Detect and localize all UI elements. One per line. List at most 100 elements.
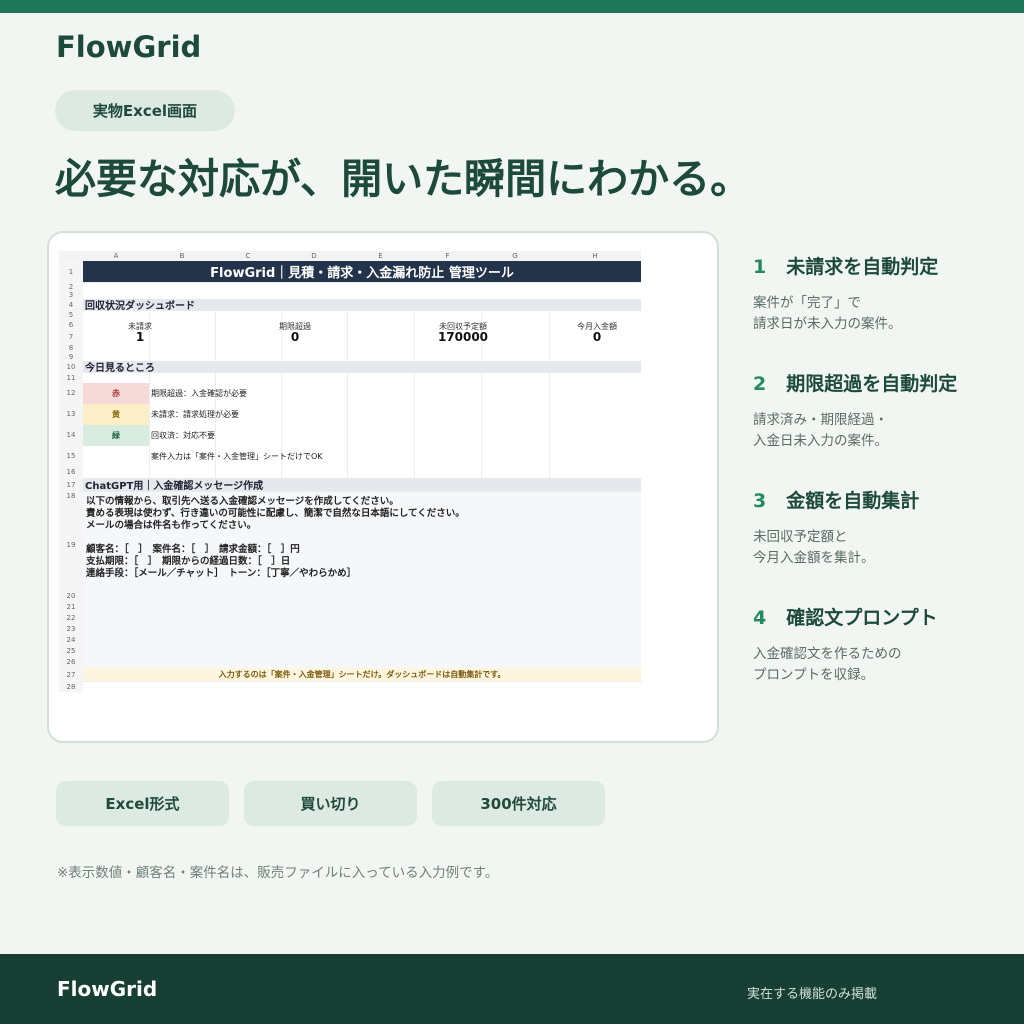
- grid-line: [549, 311, 550, 478]
- row-header: 25: [59, 646, 83, 657]
- brand-logo: FlowGrid: [56, 30, 202, 64]
- row-header: 2: [59, 283, 83, 291]
- prompt-line: 以下の情報から、取引先へ送る入金確認メッセージを作成してください。: [86, 496, 399, 507]
- feature-description-line: 入金確認文を作るための: [753, 646, 902, 662]
- grid-line: [347, 311, 348, 478]
- feature-description: 請求済み・期限経過・ 入金日未入力の案件。: [753, 410, 957, 452]
- feature-title: 4 確認文プロンプト: [753, 603, 938, 630]
- row-header: 21: [59, 602, 83, 613]
- feature-description-line: プロンプトを収録。: [753, 667, 875, 683]
- row-header: 20: [59, 590, 83, 602]
- row-header: 6: [59, 319, 83, 331]
- row-header: 13: [59, 404, 83, 425]
- column-header-g: G: [512, 252, 518, 260]
- sheet-title: FlowGrid｜見積・請求・入金漏れ防止 管理ツール: [83, 261, 641, 283]
- column-header-d: D: [311, 252, 317, 260]
- row-header: 3: [59, 291, 83, 299]
- row-header: 22: [59, 613, 83, 624]
- kpi-value: 1: [135, 330, 145, 344]
- column-header-bar: A B C D E F G H: [59, 251, 641, 261]
- kpi-value: 0: [290, 330, 300, 344]
- sheet-footer-note: 入力するのは「案件・入金管理」シートだけ。ダッシュボードは自動集計です。: [83, 668, 641, 682]
- input-note: 案件入力は「案件・入金管理」シートだけでOK: [151, 452, 323, 461]
- feature-item: 3 金額を自動集計未回収予定額と今月入金額を集計。: [753, 486, 919, 569]
- feature-description-line: 今月入金額を集計。: [753, 550, 875, 566]
- chip-capacity: 300件対応: [432, 781, 605, 826]
- legend-swatch: 黄: [83, 404, 149, 425]
- feature-title-text: 金額を自動集計: [786, 490, 920, 512]
- footer: FlowGrid 実在する機能のみ掲載: [0, 954, 1024, 1024]
- feature-title-text: 期限超過を自動判定: [786, 373, 958, 395]
- feature-description: 未回収予定額と今月入金額を集計。: [753, 527, 919, 569]
- feature-title-text: 未請求を自動判定: [786, 256, 939, 278]
- row-header: 28: [59, 682, 83, 692]
- feature-title: 2 期限超過を自動判定: [753, 369, 957, 396]
- feature-number: 4: [753, 607, 767, 629]
- kpi-value: 170000: [437, 330, 489, 344]
- row-header: 17: [59, 478, 83, 492]
- row-header: 18: [59, 492, 83, 500]
- today-heading: 今日見るところ: [83, 361, 641, 374]
- prompt-line: [86, 532, 641, 544]
- row-header: 14: [59, 425, 83, 446]
- feature-item: 4 確認文プロンプト入金確認文を作るための プロンプトを収録。: [753, 603, 938, 686]
- row-header: 9: [59, 353, 83, 361]
- row-header: 19: [59, 500, 83, 590]
- legend-text: 期限超過：入金確認が必要: [151, 389, 247, 398]
- feature-number: 2: [753, 373, 767, 395]
- screen-tag: 実物Excel画面: [55, 90, 235, 131]
- feature-title: 1 未請求を自動判定: [753, 252, 938, 279]
- feature-description-line: 請求済み・期限経過・: [753, 412, 888, 428]
- feature-title: 3 金額を自動集計: [753, 486, 919, 513]
- kpi-value: 0: [592, 330, 602, 344]
- disclaimer: ※表示数値・顧客名・案件名は、販売ファイルに入っている入力例です。: [57, 865, 499, 881]
- column-header-f: F: [445, 252, 450, 260]
- feature-number: 3: [753, 490, 767, 512]
- prompt-line: 連絡手段：［メール／チャット］ トーン：［丁寧／やわらかめ］: [86, 568, 357, 579]
- row-header: 16: [59, 467, 83, 478]
- row-header: 8: [59, 343, 83, 353]
- feature-description: 入金確認文を作るための プロンプトを収録。: [753, 644, 938, 686]
- row-header: 26: [59, 657, 83, 668]
- row-header: 7: [59, 331, 83, 343]
- column-header-e: E: [378, 252, 383, 260]
- column-header-a: A: [113, 252, 119, 260]
- prompt-line: 責める表現は使わず、行き違いの可能性に配慮し、簡潔で自然な日本語にしてください。: [86, 508, 465, 519]
- row-header: 12: [59, 383, 83, 404]
- row-header: 15: [59, 446, 83, 467]
- spreadsheet: ABCDEFGH 1 2 3 4 5 6 7 8 9 10 11 12 13 14 15 16 17 18 19 20…: [59, 251, 641, 692]
- feature-description-line: 案件が「完了」で: [753, 295, 861, 311]
- feature-description-line: 入金日未入力の案件。: [753, 433, 888, 449]
- prompt-heading: ChatGPT用｜入金確認メッセージ作成: [83, 478, 641, 492]
- grid-line: [414, 311, 415, 478]
- legend-swatch: 赤: [83, 383, 149, 404]
- row-header: 1: [59, 261, 83, 283]
- row-header: 5: [59, 311, 83, 319]
- prompt-line: 顧客名：［ ］ 案件名：［ ］ 請求金額：［ ］円: [86, 544, 300, 555]
- row-header: 11: [59, 373, 83, 383]
- top-accent-bar: [0, 0, 1024, 13]
- prompt-text: 以下の情報から、取引先へ送る入金確認メッセージを作成してください。 責める表現は使…: [83, 492, 641, 668]
- feature-description-line: 未回収予定額と: [753, 529, 848, 545]
- feature-description-line: 請求日が未入力の案件。: [753, 316, 902, 332]
- row-header: 10: [59, 361, 83, 373]
- row-header: 4: [59, 299, 83, 311]
- prompt-line: 支払期限：［ ］ 期限からの経過日数：［ ］日: [86, 556, 291, 567]
- row-header: 23: [59, 624, 83, 635]
- headline: 必要な対応が、開いた瞬間にわかる。: [55, 155, 752, 203]
- prompt-line: メールの場合は件名も作ってください。: [86, 520, 257, 531]
- row-header: 27: [59, 668, 83, 682]
- feature-number: 1: [753, 256, 767, 278]
- legend-text: 回収済：対応不要: [151, 431, 215, 440]
- feature-description: 案件が「完了」で請求日が未入力の案件。: [753, 293, 938, 335]
- excel-screenshot-card: ABCDEFGH 1 2 3 4 5 6 7 8 9 10 11 12 13 14 15 16 17 18 19 20…: [47, 231, 719, 743]
- footer-brand: FlowGrid: [57, 977, 158, 1001]
- feature-title-text: 確認文プロンプト: [786, 607, 938, 629]
- feature-item: 2 期限超過を自動判定請求済み・期限経過・ 入金日未入力の案件。: [753, 369, 957, 452]
- footer-tagline: 実在する機能のみ掲載: [747, 987, 878, 1002]
- chip-format: Excel形式: [56, 781, 229, 826]
- feature-item: 1 未請求を自動判定案件が「完了」で請求日が未入力の案件。: [753, 252, 938, 335]
- column-header-c: C: [245, 252, 251, 260]
- dashboard-heading: 回収状況ダッシュボード: [83, 299, 641, 312]
- legend-swatch: 緑: [83, 425, 149, 446]
